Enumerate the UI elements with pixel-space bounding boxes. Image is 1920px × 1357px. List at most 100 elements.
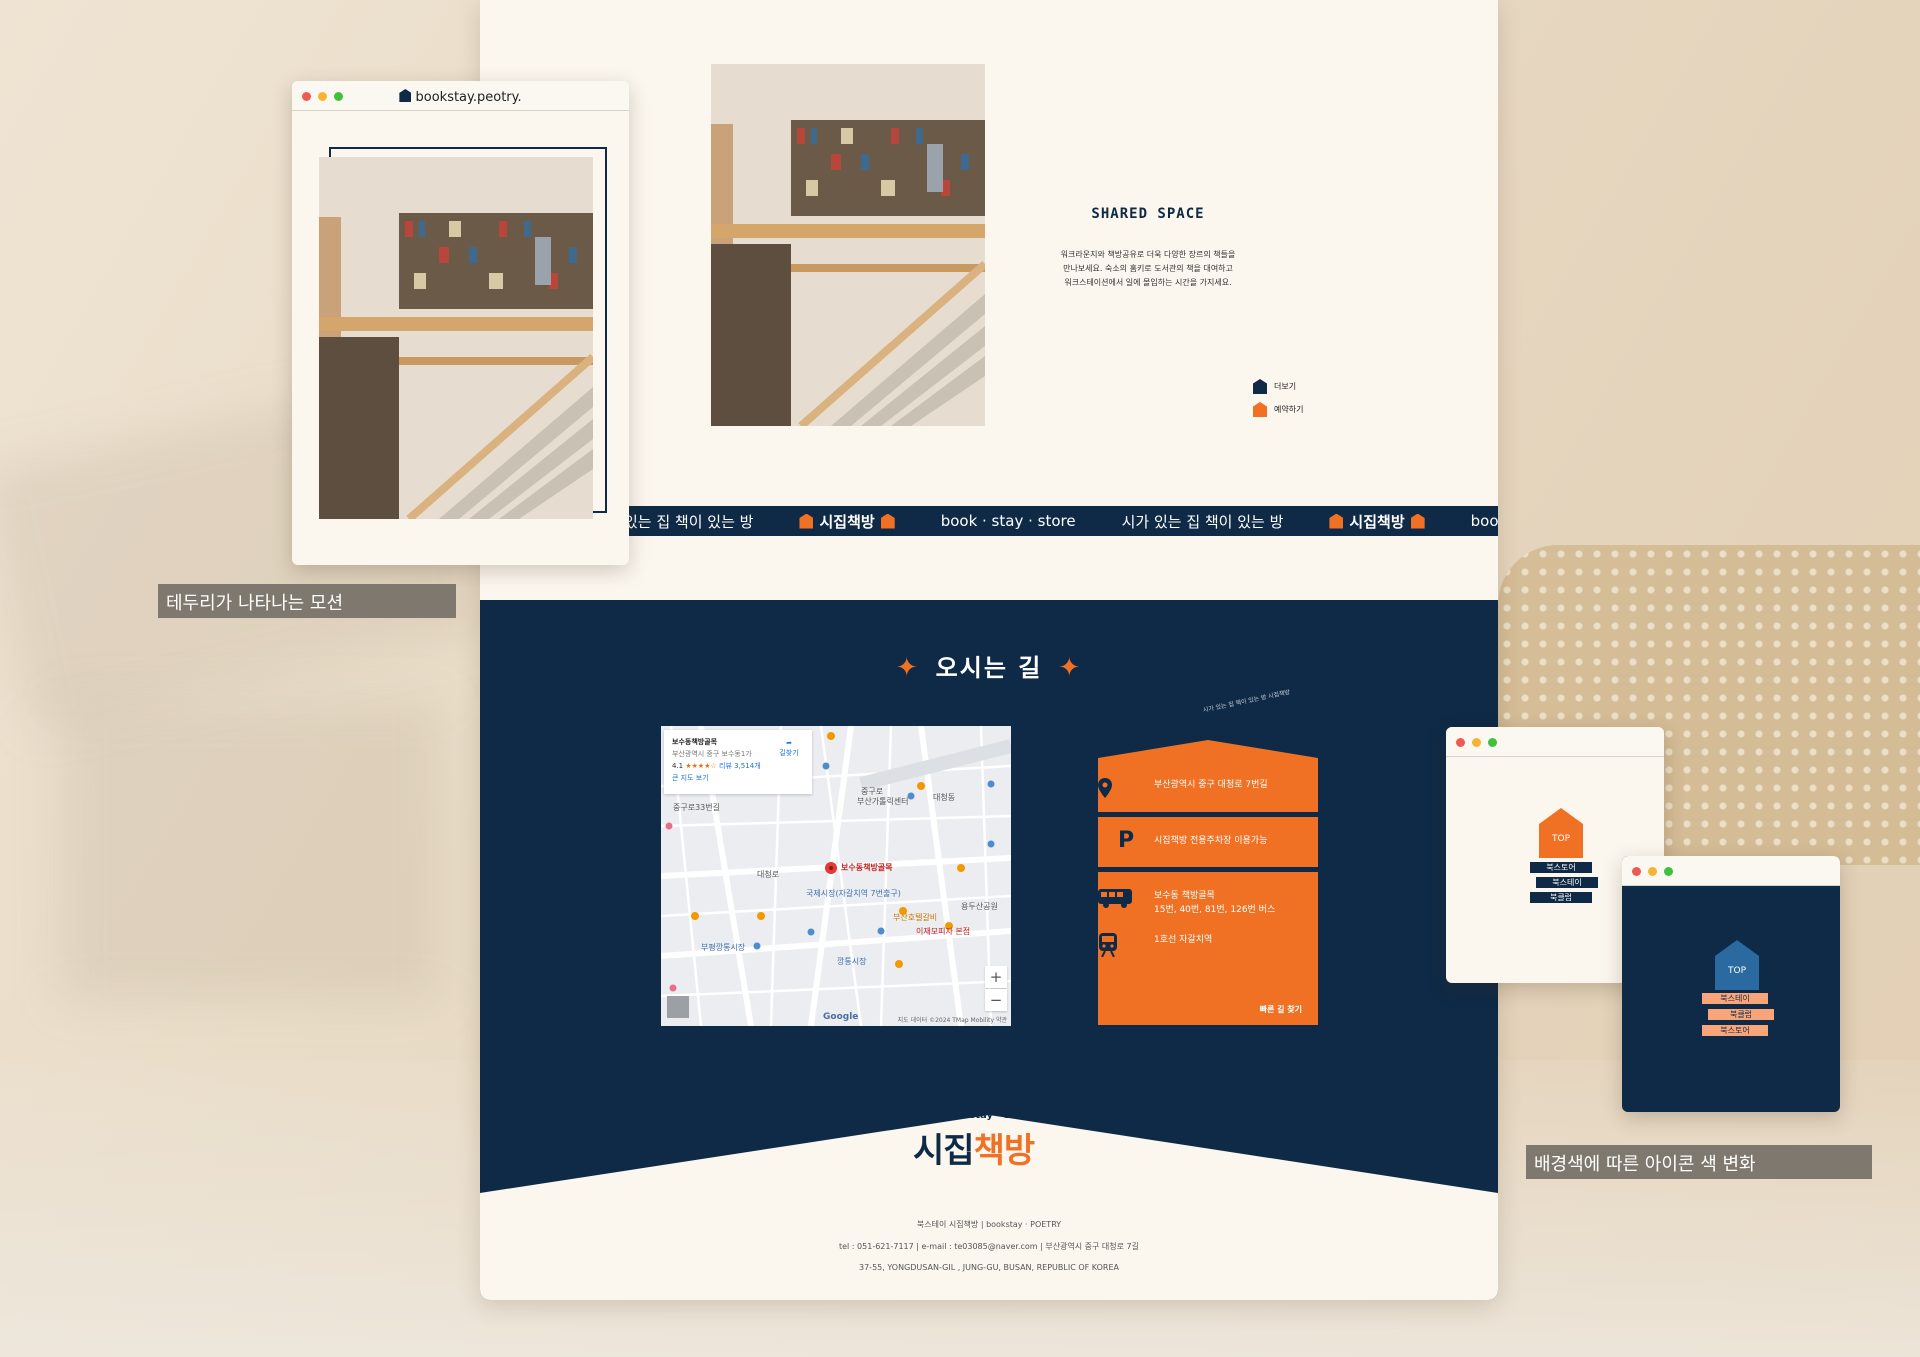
map-label: 대청로 (757, 870, 780, 879)
info-parking: 시집책방 전용주차장 이용가능 (1154, 836, 1268, 846)
background-shadow (60, 700, 440, 1000)
menu-item[interactable]: 북스토어 (1702, 1025, 1768, 1036)
footer-logo[interactable]: book · stay · store 시집책방 (911, 1110, 1067, 1186)
top-label: TOP (1551, 834, 1570, 844)
info-bus-row: 보수동 책방골목 15번, 40번, 81번, 126번 버스 (1098, 889, 1318, 917)
map-attribution: 지도 데이터 ©2024 TMap Mobility 약관 (897, 1017, 1007, 1024)
footer-brand-line: 북스테이 시집책방 | bookstay · POETRY (916, 1220, 1062, 1229)
house-icon (1410, 513, 1425, 529)
map-review-count[interactable]: 리뷰 3,514개 (719, 762, 761, 770)
reserve-label: 예약하기 (1274, 405, 1304, 414)
border-motion-window: bookstay.peotry. (292, 81, 629, 565)
shared-space-title: SHARED SPACE (1091, 206, 1205, 222)
directions-title-text: 오시는 길 (935, 654, 1043, 682)
sparkle-icon: ✦ (895, 653, 920, 683)
map-label: 중구로33번길 (673, 803, 720, 812)
logo-tagline: book · stay · store (931, 1110, 1034, 1121)
curved-tagline: 시가 있는 집 책이 있는 방 시집책방 (1202, 688, 1291, 715)
map-route-label: 길찾기 (779, 749, 799, 757)
window-controls (1632, 867, 1673, 876)
page-footer: book · stay · store 시집책방 북스테이 시집책방 | boo… (480, 1110, 1498, 1300)
top-house-icon[interactable]: TOP (1539, 808, 1583, 858)
top-label: TOP (1727, 966, 1746, 976)
directions-icon: ➦ (786, 739, 792, 747)
right-caption: 배경색에 따른 아이콘 색 변화 (1526, 1145, 1872, 1179)
minimize-dot[interactable] (1648, 867, 1657, 876)
browser-titlebar (1446, 727, 1664, 757)
reserve-link[interactable]: 예약하기 (1253, 402, 1303, 417)
map-zoom-in-button[interactable]: + (985, 966, 1007, 988)
menu-item[interactable]: 북스토어 (1530, 862, 1592, 873)
more-label: 더보기 (1274, 382, 1297, 391)
parking-icon: P (1117, 828, 1135, 853)
house-icon (1253, 402, 1267, 417)
info-bus-stop: 보수동 책방골목 (1154, 891, 1215, 901)
ticker-brand: 시집책방 (1329, 511, 1425, 532)
info-parking-row: P 시집책방 전용주차장 이용가능 (1098, 828, 1318, 853)
ticker-item: 있는 집 책이 있는 방 (624, 512, 754, 531)
map-label: 용두산공원 (961, 902, 998, 911)
browser-titlebar (1622, 856, 1840, 886)
map-label: 부산호텔갈비 (893, 913, 938, 922)
info-bus-lines: 15번, 40번, 81번, 126번 버스 (1154, 905, 1276, 915)
menu-item[interactable]: 북스테이 (1702, 993, 1768, 1004)
sparkle-icon: ✦ (1058, 653, 1083, 683)
more-link[interactable]: 더보기 (1253, 379, 1296, 394)
ticker-item: 시가 있는 집 책이 있는 방 (1121, 512, 1284, 531)
directions-title: ✦ 오시는 길 ✦ (480, 648, 1498, 683)
logo-wordmark: 시집책방 (913, 1123, 1036, 1172)
info-subway: 1호선 자갈치역 (1154, 935, 1213, 945)
dark-bg-window: TOP 북스테이 북클럽 북스토어 (1622, 856, 1840, 1112)
map-label: 부산가톨릭센터 (857, 797, 909, 806)
info-subway-row: 1호선 자갈치역 (1098, 933, 1318, 957)
top-house-icon[interactable]: TOP (1715, 940, 1759, 990)
map-pin-label: 보수동책방골목 (841, 863, 893, 872)
map-google-logo: Google (823, 1012, 859, 1022)
map-place-card: 보수동책방골목 부산광역시 중구 보수동1가 4.1 ★★★★☆ 리뷰 3,51… (664, 730, 812, 794)
info-bus-text: 보수동 책방골목 15번, 40번, 81번, 126번 버스 (1154, 889, 1275, 917)
map-rating: 4.1 (672, 762, 684, 770)
desc-line: 워크라운지와 책방공유로 더욱 다양한 장르의 책들을 (1060, 250, 1236, 259)
window-controls (1456, 738, 1497, 747)
logo-name-accent: 책방 (973, 1131, 1036, 1171)
info-board: 부산광역시 중구 대청로 7번길 P 시집책방 전용주차장 이용가능 보수동 책… (1098, 740, 1318, 1025)
ticker-brand: 시집책방 (799, 511, 895, 532)
map-zoom-out-button[interactable]: − (985, 989, 1007, 1011)
map-route-button[interactable]: ➦ 길찾기 (772, 738, 806, 758)
ticker-brand-label: 시집책방 (819, 512, 875, 531)
maximize-dot[interactable] (1488, 738, 1497, 747)
maximize-dot[interactable] (1664, 867, 1673, 876)
map-stars: ★★★★☆ (685, 762, 717, 770)
google-map[interactable]: 보수동책방골목 부산광역시 중구 보수동1가 4.1 ★★★★☆ 리뷰 3,51… (661, 726, 1011, 1026)
close-dot[interactable] (1456, 738, 1465, 747)
find-route-link[interactable]: 빠른 길 찾기 (1260, 1004, 1302, 1015)
browser-url: bookstay.peotry. (292, 89, 629, 105)
map-larger-map-link[interactable]: 큰 지도 보기 (672, 772, 804, 784)
house-icon (1253, 379, 1267, 394)
library-photo (711, 64, 985, 426)
desc-line: 워크스테이션에서 일에 몰입하는 시간을 가지세요. (1064, 278, 1232, 287)
close-dot[interactable] (1632, 867, 1641, 876)
footer-address-line: 37-55, YONGDUSAN-GIL , JUNG-GU, BUSAN, R… (859, 1263, 1119, 1272)
browser-titlebar: bookstay.peotry. (292, 81, 629, 111)
menu-item[interactable]: 북스테이 (1536, 877, 1598, 888)
logo-name-part: 시집 (913, 1131, 975, 1171)
minimize-dot[interactable] (1472, 738, 1481, 747)
house-icon (399, 89, 412, 102)
map-label: 부평깡통시장 (701, 943, 746, 952)
house-icon (880, 513, 895, 529)
menu-item[interactable]: 북클럽 (1530, 892, 1592, 903)
footer-contact-line: tel : 051-621-7117 | e-mail : te03085@na… (838, 1242, 1140, 1251)
map-label: 깡통시장 (837, 957, 867, 966)
house-icon (1329, 513, 1344, 529)
left-caption: 테두리가 나타나는 모션 (158, 584, 456, 618)
desc-line: 만나보세요. 숙소의 홈키로 도서관의 책을 대여하고 (1063, 264, 1233, 273)
map-label: 대청동 (933, 793, 956, 802)
browser-url-text: bookstay.peotry. (415, 90, 522, 105)
info-address: 부산광역시 중구 대청로 7번길 (1154, 780, 1268, 790)
ticker-item: book · stay · s (1470, 512, 1498, 530)
menu-item[interactable]: 북클럽 (1708, 1009, 1774, 1020)
library-photo (319, 157, 593, 519)
main-page[interactable]: SHARED SPACE 워크라운지와 책방공유로 더욱 다양한 장르의 책들을… (480, 0, 1498, 1300)
map-label: 국제시장(자갈치역 7번출구) (806, 889, 901, 898)
